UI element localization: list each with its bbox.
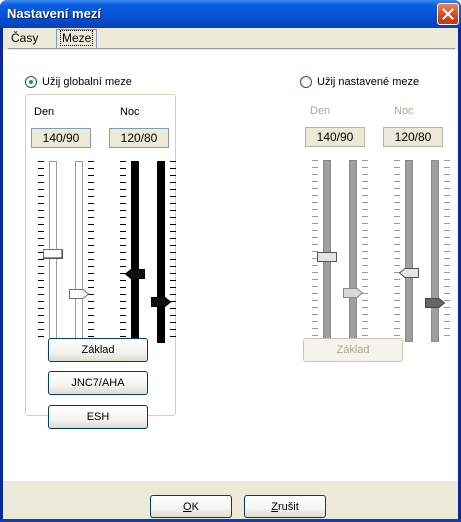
tab-panel-meze: Užij globalní meze Den Noc 140/90 120/80 [3,50,458,481]
slider-ticks [312,160,318,342]
slider-thumb-icon[interactable] [43,249,63,259]
custom-day-label: Den [310,105,331,117]
global-limits-radio[interactable]: Užij globalní meze [25,76,132,88]
slider-thumb-icon[interactable] [69,289,89,299]
global-night-label: Noc [120,106,140,118]
global-limits-label: Užij globalní meze [42,76,132,88]
cancel-label-rest: rušit [277,500,299,513]
custom-limits-label: Užij nastavené meze [317,76,420,88]
slider-ticks [120,161,126,343]
ok-label-rest: K [191,500,199,513]
tab-meze-label: Meze [59,30,94,46]
slider-thumb-icon[interactable] [151,297,171,307]
slider-track [431,160,439,342]
global-night-diastolic-slider[interactable] [146,161,176,343]
slider-track [349,160,357,342]
esh-button[interactable]: ESH [48,405,148,429]
global-night-value: 120/80 [109,128,169,148]
ok-accel: O [183,500,192,513]
custom-day-diastolic-slider [338,160,368,342]
slider-track [131,161,139,343]
zaklad-button[interactable]: Základ [48,338,148,362]
title-bar[interactable]: Nastavení mezí [0,0,461,28]
custom-day-value: 140/90 [305,127,365,147]
tab-divider [8,48,455,49]
slider-track [323,160,331,342]
global-day-diastolic-slider[interactable] [64,161,94,343]
global-day-label: Den [34,106,55,118]
cancel-button[interactable]: Zrušit [244,495,326,518]
slider-thumb-icon [317,252,337,262]
tab-meze[interactable]: Meze [56,29,98,48]
radio-unchecked-icon [300,76,312,88]
slider-track [75,161,83,343]
slider-ticks [394,160,400,342]
slider-thumb-icon [425,298,445,308]
custom-zaklad-button: Základ [303,338,403,362]
slider-ticks [362,160,368,342]
slider-ticks [170,161,176,343]
slider-thumb-icon [343,288,363,298]
dialog-client: Časy Meze Užij globalní meze Den Noc 140… [3,28,458,519]
custom-night-value: 120/80 [383,127,443,147]
radio-checked-icon [25,76,37,88]
global-day-value: 140/90 [31,128,91,148]
jnc7-aha-button[interactable]: JNC7/AHA [48,371,148,395]
slider-ticks [88,161,94,343]
slider-track [157,161,165,343]
custom-limits-group: Den Noc 140/90 120/80 [300,94,451,416]
slider-thumb-icon [399,268,419,278]
tab-casy[interactable]: Časy [8,31,41,47]
custom-night-diastolic-slider [420,160,450,342]
close-button[interactable] [437,3,459,25]
global-limits-group: Den Noc 140/90 120/80 [25,94,176,416]
window-title: Nastavení mezí [7,6,101,21]
slider-ticks [444,160,450,342]
ok-button[interactable]: OK [150,495,232,518]
cancel-accel: Z [271,500,278,513]
dialog-window: Nastavení mezí Časy Meze Užij globalní m… [0,0,461,522]
slider-track [405,160,413,342]
close-icon [442,8,454,20]
custom-night-label: Noc [394,105,414,117]
slider-thumb-icon[interactable] [125,269,145,279]
custom-limits-radio[interactable]: Užij nastavené meze [300,76,419,88]
